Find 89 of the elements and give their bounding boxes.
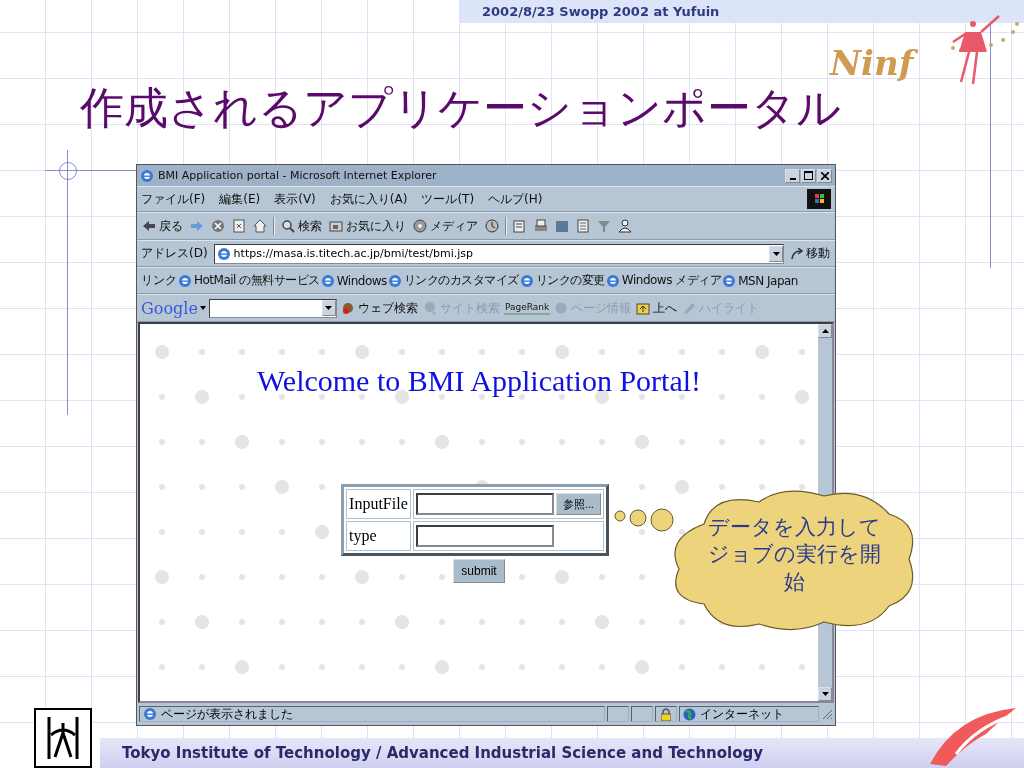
close-button[interactable] [817, 168, 832, 183]
document-button[interactable] [575, 218, 591, 234]
resize-grip-icon [821, 708, 833, 720]
menu-item[interactable]: ツール(T) [421, 190, 475, 208]
lock-icon [661, 707, 671, 721]
ie-icon [605, 273, 620, 288]
home-button[interactable] [252, 218, 268, 234]
callout-text: データを入力してジョブの実行を開始 [706, 514, 882, 596]
ie-icon [143, 707, 157, 721]
search-icon [281, 219, 295, 233]
dropdown-button[interactable] [321, 299, 336, 316]
ie-icon [387, 273, 402, 288]
globe-icon [683, 707, 696, 721]
go-button[interactable]: 移動 [790, 244, 831, 263]
caret-icon [772, 251, 780, 256]
address-label: アドレス(D) [141, 245, 208, 262]
footer-text: Tokyo Institute of Technology / Advanced Industrial Science and Technology [122, 744, 764, 762]
media-icon [413, 219, 427, 233]
dropdown-button[interactable] [769, 245, 783, 262]
status-pane [631, 706, 653, 722]
ie-icon [519, 273, 534, 288]
document-icon [576, 219, 590, 233]
web-search-button[interactable]: ウェブ検索 [339, 298, 419, 318]
ie-icon [216, 246, 231, 261]
slide-title: 作成されるアプリケーションポータル [80, 82, 841, 135]
ie-icon [178, 273, 192, 288]
menu-item[interactable]: 表示(V) [274, 190, 316, 208]
messenger-icon [618, 219, 632, 233]
print-icon [534, 219, 548, 233]
field-label: InputFile [346, 489, 411, 519]
ie-icon [320, 273, 335, 288]
media-button[interactable]: メディア [412, 216, 479, 236]
minimize-icon [789, 177, 796, 180]
print-button[interactable] [533, 218, 549, 234]
menu-item[interactable]: 編集(E) [219, 190, 261, 208]
link-button[interactable]: リンクのカスタマイズ [387, 271, 519, 290]
minimize-button[interactable] [785, 168, 800, 183]
submit-button[interactable]: submit [453, 559, 505, 583]
ie-icon [722, 273, 737, 288]
back-button[interactable]: 戻る [141, 216, 184, 236]
caret-icon [325, 305, 333, 310]
status-text: ページが表示されました [161, 705, 293, 723]
zone-text: インターネット [700, 705, 784, 723]
menu-item[interactable]: ヘルプ(H) [488, 190, 543, 208]
header-text: 2002/8/23 Swopp 2002 at Yufuin [482, 4, 720, 19]
maximize-icon [804, 171, 813, 180]
up-icon [636, 301, 651, 315]
scroll-down-button[interactable] [818, 687, 832, 701]
caret-icon [821, 692, 829, 696]
link-button[interactable]: MSN Japan [722, 272, 798, 289]
field-label: type [346, 521, 411, 551]
link-button[interactable]: HotMail の無料サービス [178, 271, 320, 290]
stop-icon [211, 219, 225, 233]
menu-item[interactable]: お気に入り(A) [329, 190, 408, 208]
history-button[interactable] [484, 218, 500, 234]
home-icon [253, 219, 267, 233]
input-field[interactable] [415, 525, 554, 547]
favorites-icon [329, 219, 343, 233]
maximize-button[interactable] [801, 168, 816, 183]
search-button[interactable]: 検索 [280, 216, 323, 236]
address-field[interactable]: https://masa.is.titech.ac.jp/bmi/test/bmi.jsp [213, 243, 784, 264]
browse-button[interactable]: 参照... [555, 493, 601, 515]
windows-logo-icon [807, 189, 831, 209]
menu-item[interactable]: ファイル(F) [141, 190, 206, 208]
up-button[interactable]: 上へ [635, 298, 679, 318]
status-pane [607, 706, 629, 722]
link-button[interactable]: リンクの変更 [519, 271, 605, 290]
input-field[interactable] [415, 493, 554, 515]
messenger-button[interactable] [617, 218, 633, 234]
back-icon [142, 219, 156, 233]
stop-button[interactable] [210, 218, 226, 234]
links-label: リンク [141, 272, 177, 289]
history-icon [485, 219, 499, 233]
search-field[interactable] [208, 298, 337, 318]
link-button[interactable]: Windows [320, 272, 387, 289]
scroll-up-button[interactable] [818, 324, 832, 338]
page-heading: Welcome to BMI Application Portal! [256, 364, 702, 398]
window-title: BMI Application portal - Microsoft Internet Explorer [158, 169, 438, 182]
thought-bubble-drawing [614, 507, 676, 533]
forward-icon [190, 219, 204, 233]
ie-icon [140, 168, 154, 183]
caret-icon [199, 306, 206, 310]
site-icon [422, 301, 437, 315]
close-icon [820, 171, 829, 180]
link-button[interactable]: Windows メディア [605, 271, 722, 290]
favorites-button[interactable]: お気に入り [328, 216, 407, 236]
go-arrow-icon [791, 247, 803, 260]
pagerank-button[interactable]: PageRank [503, 301, 551, 315]
caret-icon [821, 329, 829, 333]
